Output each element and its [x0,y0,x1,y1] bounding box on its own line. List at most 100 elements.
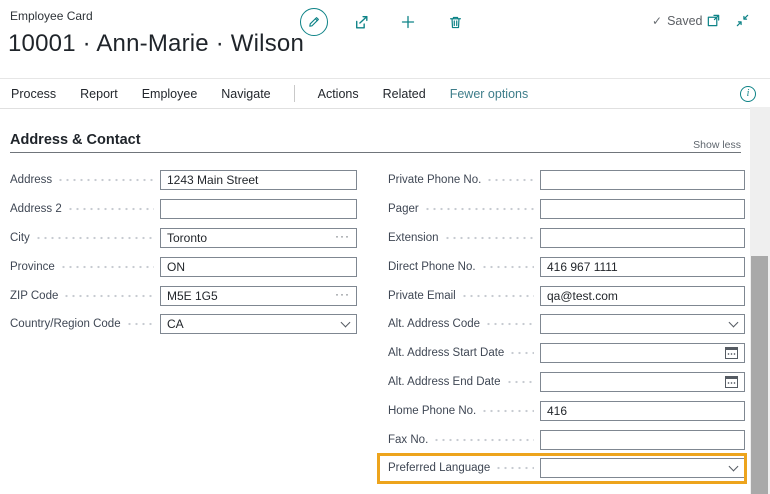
menu-item-employee[interactable]: Employee [141,87,199,101]
section-divider [10,152,741,153]
field-row: City Toronto [10,224,357,253]
home-phone-no-field[interactable]: 416 [540,401,745,421]
chevron-down-icon[interactable] [728,319,738,329]
share-icon [353,14,370,31]
country-region-code-field[interactable]: CA [160,314,357,334]
delete-button[interactable] [441,8,469,36]
field-row: Country/Region Code CA [10,310,357,339]
field-row: Direct Phone No. 416 967 1111 [388,252,745,281]
field-label: Home Phone No. [388,405,481,417]
dotted-leader [57,178,154,182]
open-in-new-window-icon [706,13,721,28]
page-title: 10001 · Ann-Marie · Wilson [8,30,304,58]
edit-button[interactable] [300,8,328,36]
pencil-icon [300,8,328,36]
lookup-ellipsis-icon[interactable] [335,288,350,300]
page-caption: Employee Card [10,9,93,23]
field-label: Address 2 [10,203,67,215]
alt-address-code-field[interactable] [540,314,745,334]
field-label: Address [10,174,57,186]
private-email-field[interactable]: qa@test.com [540,286,745,306]
field-label: Extension [388,232,444,244]
field-label: Fax No. [388,434,433,446]
dotted-leader [67,207,154,211]
share-button[interactable] [347,8,375,36]
chevron-down-icon[interactable] [728,463,738,473]
field-value: 1243 Main Street [167,173,350,187]
field-label: Country/Region Code [10,318,126,330]
field-label: Pager [388,203,424,215]
action-bar [300,8,469,36]
dotted-leader [506,380,534,384]
show-less-link[interactable]: Show less [693,139,741,151]
collapse-button[interactable] [734,12,750,28]
field-row: Private Email qa@test.com [388,281,745,310]
calendar-icon[interactable] [725,347,738,359]
province-field[interactable]: ON [160,257,357,277]
chevron-down-icon[interactable] [340,319,350,329]
fax-no-field[interactable] [540,430,745,450]
dotted-leader [126,322,154,326]
field-row: Address 2 [10,195,357,224]
window-controls [705,12,750,28]
form-column-right: Private Phone No. Pager Extension Direct… [388,166,745,483]
field-row: Province ON [10,252,357,281]
info-icon[interactable]: i [740,86,756,102]
dotted-leader [486,178,534,182]
open-in-new-window-button[interactable] [705,12,721,28]
extension-field[interactable] [540,228,745,248]
dotted-leader [63,294,154,298]
dotted-leader [444,236,534,240]
dotted-leader [509,351,534,355]
menu-item-process[interactable]: Process [10,87,57,101]
private-phone-no-field[interactable] [540,170,745,190]
pager-field[interactable] [540,199,745,219]
address-2-field[interactable] [160,199,357,219]
field-label: Private Email [388,290,461,302]
section-title: Address & Contact [10,132,141,148]
menu-item-actions[interactable]: Actions [317,87,360,101]
field-label: Alt. Address Start Date [388,347,509,359]
dotted-leader [481,409,534,413]
field-row: Extension [388,224,745,253]
field-value: 416 [547,404,738,418]
save-status-label: Saved [667,14,702,28]
field-row: Alt. Address Start Date [388,339,745,368]
dotted-leader [35,236,154,240]
command-menu-bar: Process Report Employee Navigate Actions… [0,78,770,109]
alt-address-end-date-field[interactable] [540,372,745,392]
calendar-icon[interactable] [725,376,738,388]
vertical-scrollbar[interactable] [750,107,770,494]
menu-divider [294,85,295,102]
scrollbar-thumb[interactable] [751,256,768,494]
field-value: 416 967 1111 [547,260,738,274]
plus-icon [400,14,416,30]
field-label: Direct Phone No. [388,261,481,273]
field-row: Fax No. [388,425,745,454]
field-label: City [10,232,35,244]
menu-item-navigate[interactable]: Navigate [220,87,271,101]
alt-address-start-date-field[interactable] [540,343,745,363]
zip-code-field[interactable]: M5E 1G5 [160,286,357,306]
dotted-leader [461,294,534,298]
dotted-leader [481,265,534,269]
field-value: M5E 1G5 [167,289,331,303]
trash-icon [448,15,463,30]
preferred-language-field[interactable] [540,458,745,478]
city-field[interactable]: Toronto [160,228,357,248]
field-label: Preferred Language [388,462,495,474]
collapse-icon [735,13,750,28]
direct-phone-no-field[interactable]: 416 967 1111 [540,257,745,277]
menu-item-report[interactable]: Report [79,87,119,101]
field-row: Alt. Address Code [388,310,745,339]
field-row: Alt. Address End Date [388,368,745,397]
lookup-ellipsis-icon[interactable] [335,230,350,242]
menu-item-fewer-options[interactable]: Fewer options [449,87,530,101]
menu-item-related[interactable]: Related [382,87,427,101]
address-field[interactable]: 1243 Main Street [160,170,357,190]
new-button[interactable] [394,8,422,36]
dotted-leader [433,438,534,442]
employee-card-page: { "app": { "caption": "Employee Card", "… [0,0,770,494]
dotted-leader [60,265,154,269]
field-row: Home Phone No. 416 [388,396,745,425]
